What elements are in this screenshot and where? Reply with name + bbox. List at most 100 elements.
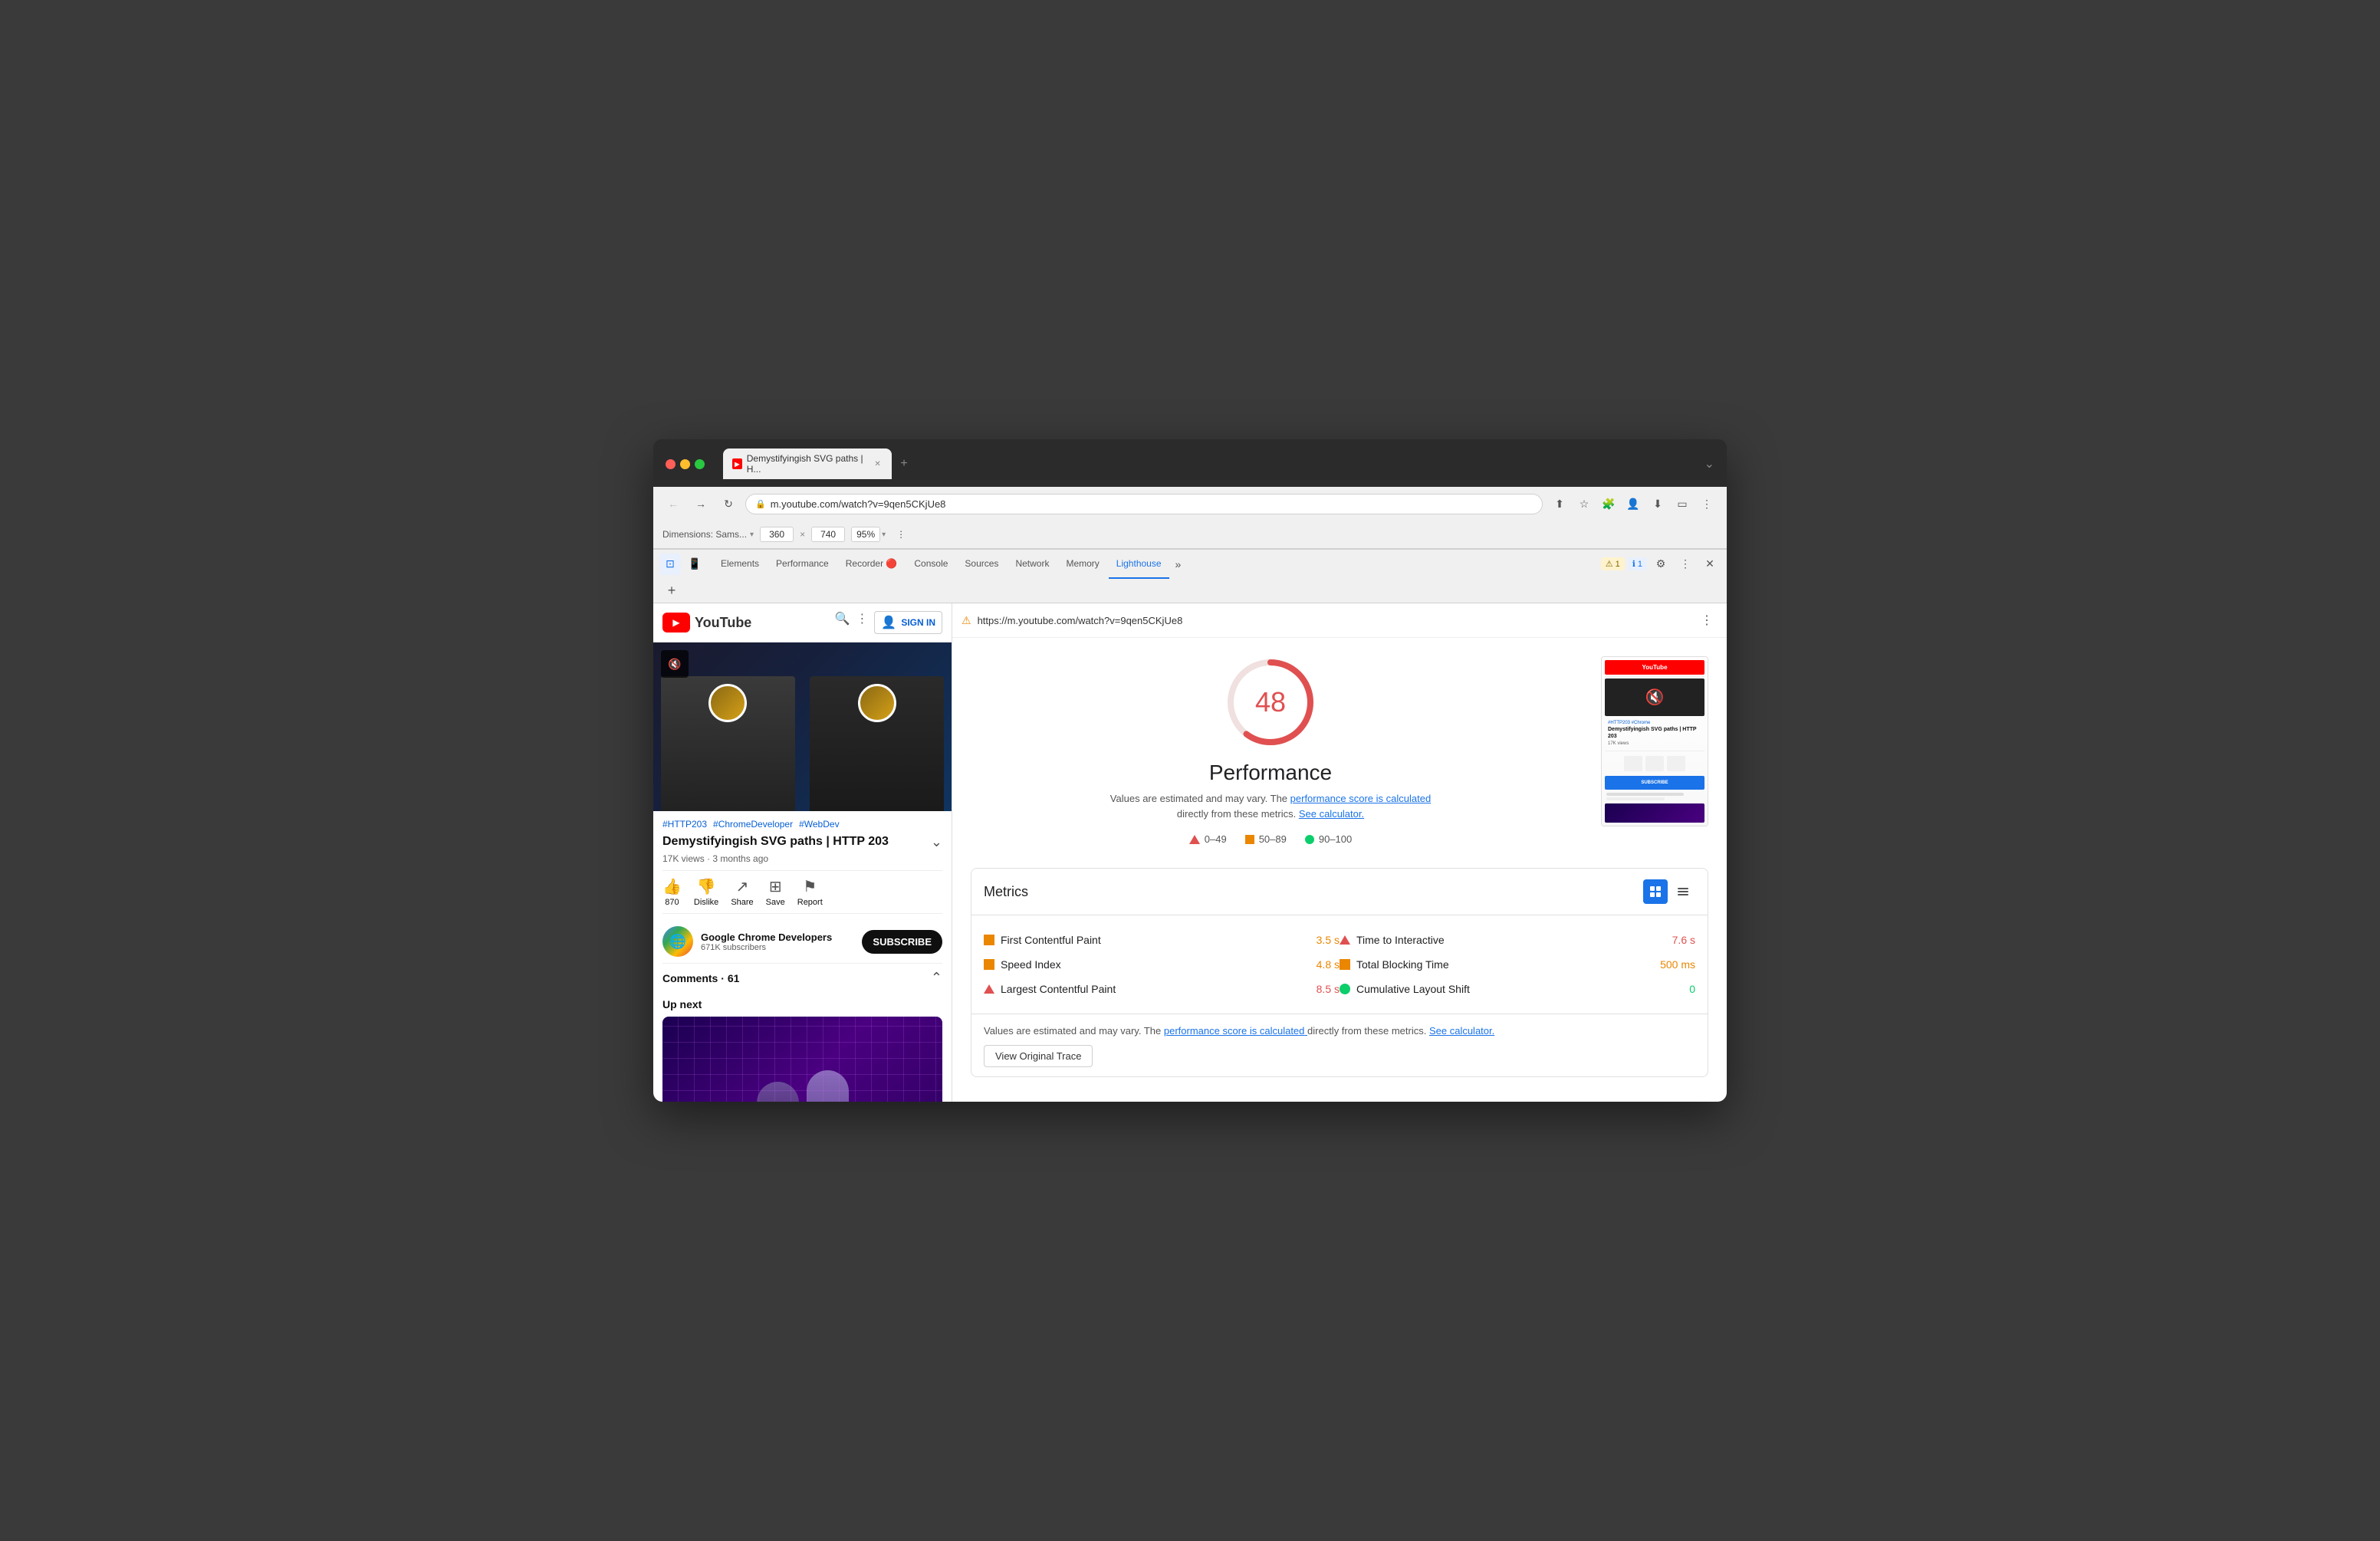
grid-background	[662, 1017, 942, 1102]
average-range: 50–89	[1259, 833, 1287, 845]
tbt-value: 500 ms	[1660, 958, 1695, 971]
fail-range: 0–49	[1205, 833, 1227, 845]
list-view-button[interactable]	[1671, 879, 1695, 904]
yt-logo-mini: YouTube	[1605, 660, 1704, 675]
tab-console[interactable]: Console	[906, 550, 955, 579]
lighthouse-menu-button[interactable]: ⋮	[1696, 610, 1718, 631]
comments-section: Comments · 61 ⌃	[662, 963, 942, 992]
tab-bar: ▶ Demystifyingish SVG paths | H... ✕ + ⌄	[723, 449, 1714, 479]
cast-icon[interactable]: ▭	[1672, 493, 1693, 514]
forward-button[interactable]: →	[690, 493, 712, 514]
device-toolbar-icon[interactable]: 📱	[684, 554, 705, 575]
channel-avatar[interactable]: 🌐	[662, 926, 693, 957]
profile-icon[interactable]: 👤	[1622, 493, 1644, 514]
score-container: 48 Performance Values are estimated and …	[971, 656, 1570, 845]
browser-tab-active[interactable]: ▶ Demystifyingish SVG paths | H... ✕	[723, 449, 892, 479]
lcp-value: 8.5 s	[1317, 983, 1340, 995]
toolbar-more-button[interactable]: ⋮	[892, 525, 910, 544]
video-thumbnail[interactable]: 🔇	[653, 642, 952, 811]
tbt-icon	[1340, 959, 1350, 970]
view-original-trace-button[interactable]: View Original Trace	[984, 1045, 1093, 1067]
tag-webdev[interactable]: #WebDev	[799, 819, 839, 830]
minimize-button[interactable]	[680, 459, 690, 469]
address-bar[interactable]: 🔒 m.youtube.com/watch?v=9qen5CKjUe8	[745, 494, 1543, 514]
errors-badge[interactable]: ℹ 1	[1628, 557, 1647, 570]
more-options-icon[interactable]: ⋮	[856, 611, 868, 634]
score-number: 48	[1255, 686, 1286, 718]
warnings-badge[interactable]: ⚠ 1	[1601, 557, 1625, 570]
devtools-secondary-toolbar: +	[653, 578, 1727, 603]
average-icon	[1245, 835, 1254, 844]
metrics-title: Metrics	[984, 884, 1028, 900]
search-icon[interactable]: 🔍	[834, 611, 850, 634]
tag-chromedeveloper[interactable]: #ChromeDeveloper	[713, 819, 793, 830]
inspect-element-icon[interactable]: ⊡	[659, 554, 681, 575]
maximize-button[interactable]	[695, 459, 705, 469]
comments-expand-icon[interactable]: ⌃	[931, 970, 942, 986]
subscribe-button[interactable]: SUBSCRIBE	[862, 930, 942, 954]
settings-icon[interactable]: ⚙	[1650, 554, 1672, 575]
video-title: Demystifyingish SVG paths | HTTP 203	[662, 834, 889, 850]
thumbnail-background: 🔇	[653, 642, 952, 811]
up-next-section: Up next The History Navigation API. HTTP…	[662, 992, 942, 1102]
devtools-more-menu[interactable]: ⋮	[1675, 554, 1696, 575]
height-input[interactable]: 740	[811, 527, 845, 542]
like-button[interactable]: 👍 870	[662, 877, 682, 907]
save-button[interactable]: ⊞ Save	[766, 877, 785, 907]
device-dropdown-icon[interactable]: ▾	[750, 531, 754, 539]
tab-lighthouse[interactable]: Lighthouse	[1109, 550, 1169, 579]
expand-icon[interactable]: ⌄	[931, 834, 942, 850]
new-tab-button[interactable]: +	[895, 455, 913, 473]
extensions-icon[interactable]: 🧩	[1598, 493, 1619, 514]
channel-details: Google Chrome Developers 671K subscriber…	[701, 932, 854, 952]
close-button[interactable]	[666, 459, 676, 469]
calculator-link[interactable]: See calculator.	[1299, 808, 1364, 820]
more-tabs-button[interactable]: »	[1171, 550, 1186, 579]
si-value: 4.8 s	[1317, 958, 1340, 971]
tab-overflow-button[interactable]: ⌄	[1704, 456, 1714, 472]
sign-in-button[interactable]: 👤 SIGN IN	[874, 611, 942, 634]
share-button[interactable]: ↗ Share	[731, 877, 753, 907]
add-panel-button[interactable]: +	[662, 581, 681, 600]
tab-memory[interactable]: Memory	[1058, 550, 1106, 579]
cls-value: 0	[1689, 983, 1695, 995]
tti-name: Time to Interactive	[1356, 934, 1666, 946]
metric-tti: Time to Interactive 7.6 s	[1340, 928, 1695, 952]
channel-name[interactable]: Google Chrome Developers	[701, 932, 854, 943]
perf-score-link[interactable]: performance score is calculated	[1290, 793, 1432, 804]
save-icon: ⊞	[769, 877, 782, 896]
width-input[interactable]: 360	[760, 527, 794, 542]
report-button[interactable]: ⚑ Report	[797, 877, 823, 907]
warning-icon: ⚠	[1606, 559, 1613, 569]
footer-calc-link[interactable]: See calculator.	[1429, 1025, 1494, 1037]
youtube-header-icons: 🔍 ⋮ 👤 SIGN IN	[834, 611, 942, 634]
bookmark-icon[interactable]: ☆	[1573, 493, 1595, 514]
tab-performance[interactable]: Performance	[768, 550, 837, 579]
dislike-label: Dislike	[694, 898, 718, 907]
download-icon[interactable]: ⬇	[1647, 493, 1668, 514]
dimensions-label: Dimensions: Sams...	[662, 529, 747, 540]
footer-perf-link[interactable]: performance score is calculated	[1164, 1025, 1307, 1037]
tab-close-button[interactable]: ✕	[873, 458, 883, 469]
url-text: m.youtube.com/watch?v=9qen5CKjUe8	[771, 498, 1533, 510]
zoom-dropdown-icon[interactable]: ▾	[882, 531, 886, 539]
tag-http203[interactable]: #HTTP203	[662, 819, 707, 830]
tab-recorder[interactable]: Recorder 🔴	[838, 550, 906, 579]
like-icon: 👍	[662, 877, 682, 896]
tab-sources[interactable]: Sources	[957, 550, 1006, 579]
browser-menu[interactable]: ⋮	[1696, 493, 1718, 514]
browser-window: ▶ Demystifyingish SVG paths | H... ✕ + ⌄…	[653, 439, 1727, 1102]
dislike-button[interactable]: 👎 Dislike	[694, 877, 718, 907]
tab-network[interactable]: Network	[1008, 550, 1057, 579]
next-video-thumbnail[interactable]: The History Navigation API. HTTP 203	[662, 1017, 942, 1102]
share-icon[interactable]: ⬆	[1549, 493, 1570, 514]
warning-url-icon: ⚠	[962, 614, 971, 627]
tab-elements[interactable]: Elements	[713, 550, 767, 579]
dislike-icon: 👎	[697, 877, 716, 896]
grid-view-button[interactable]	[1643, 879, 1668, 904]
refresh-button[interactable]: ↻	[718, 493, 739, 514]
zoom-input[interactable]: 95%	[851, 527, 880, 542]
mute-badge[interactable]: 🔇	[661, 650, 689, 678]
back-button[interactable]: ←	[662, 493, 684, 514]
close-devtools-button[interactable]: ✕	[1699, 554, 1721, 575]
